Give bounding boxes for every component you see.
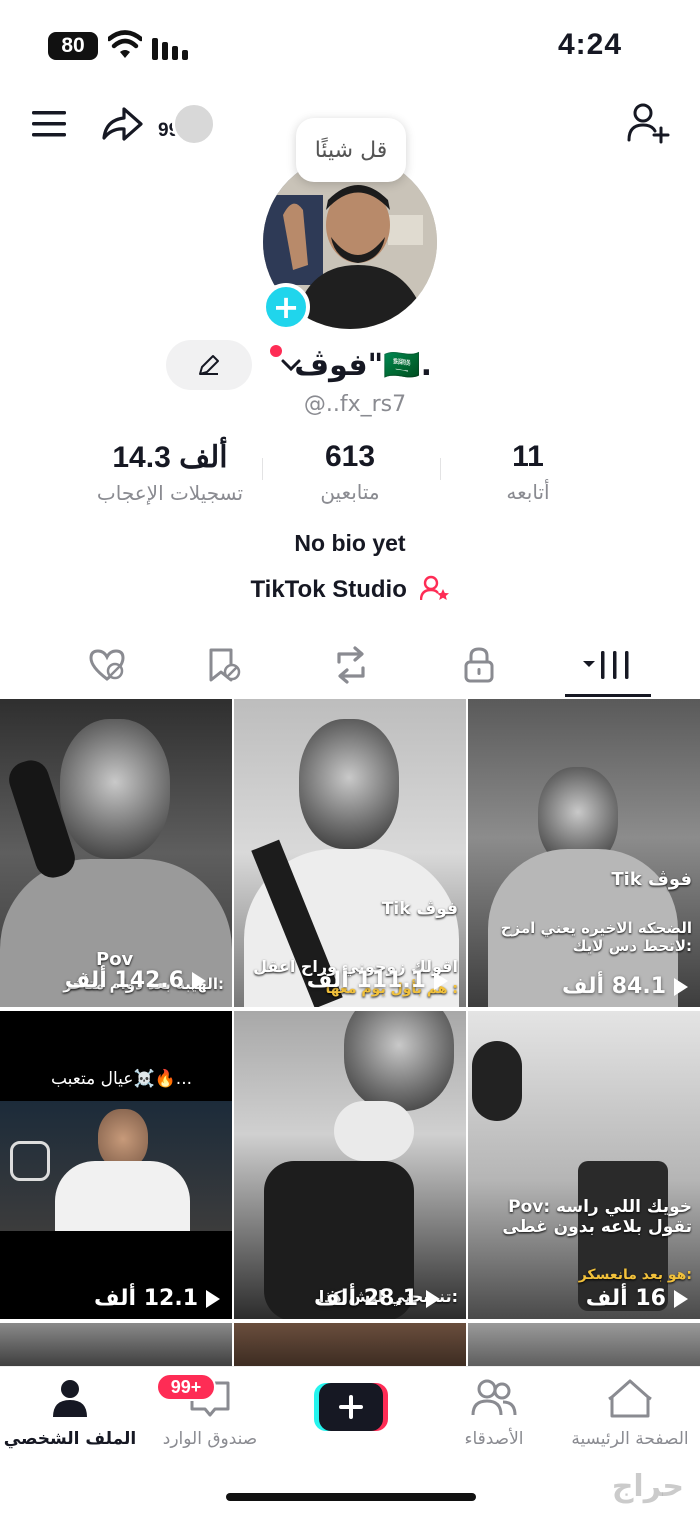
active-tab-indicator xyxy=(565,694,651,697)
say-something-bubble[interactable]: قل شيئًا xyxy=(296,118,406,182)
video-thumbnail[interactable] xyxy=(468,1323,700,1369)
watermark: حراج xyxy=(611,1469,684,1504)
play-icon xyxy=(426,1289,440,1308)
likes-count: 14.3 ألف xyxy=(112,441,228,474)
nav-inbox-label: صندوق الوارد xyxy=(162,1429,258,1449)
tab-videos[interactable] xyxy=(572,640,642,690)
add-friend-icon[interactable] xyxy=(626,100,670,144)
nav-friends[interactable]: الأصدقاء xyxy=(424,1377,564,1449)
nav-home-label: الصفحة الرئيسية xyxy=(571,1429,689,1449)
nav-home[interactable]: الصفحة الرئيسية xyxy=(560,1377,700,1449)
view-count: 142.6 ألف xyxy=(65,968,206,993)
likes-label: تسجيلات الإعجاب xyxy=(96,481,244,505)
play-icon xyxy=(192,971,206,990)
friends-icon xyxy=(471,1379,517,1416)
video-thumbnail[interactable]: عيال متعبب☠️🔥... 12.1 ألف xyxy=(0,1011,232,1319)
tab-reposts[interactable] xyxy=(316,640,386,690)
play-icon xyxy=(434,971,448,990)
video-tag: Tik فوڤ xyxy=(611,869,692,890)
play-icon xyxy=(674,1289,688,1308)
play-icon xyxy=(674,977,688,996)
view-count: 12.1 ألف xyxy=(94,1286,220,1311)
stat-likes[interactable]: 14.3 ألف تسجيلات الإعجاب xyxy=(70,440,270,505)
battery-indicator: 80 xyxy=(48,32,98,60)
video-thumbnail[interactable]: Pov الهيبه بعد دوام متأخر: 142.6 ألف xyxy=(0,699,232,1007)
play-icon xyxy=(206,1289,220,1308)
home-icon xyxy=(608,1379,652,1418)
pencil-icon xyxy=(199,355,219,375)
followers-label: متابعين xyxy=(320,480,380,504)
video-thumbnail[interactable]: تنصحني ليش كذا: 28.1 ألف xyxy=(234,1011,466,1319)
video-thumbnail[interactable]: Tik فوڤ الضحكه الاخيره يعني امزح لاتحط د… xyxy=(468,699,700,1007)
video-grid: Tik فوڤ الضحكه الاخيره يعني امزح لاتحط د… xyxy=(0,699,700,1369)
inbox-badge: 99+ xyxy=(156,1373,216,1401)
view-count: 111.1 ألف xyxy=(307,968,448,993)
view-count: 16 ألف xyxy=(586,1286,688,1311)
profile-bio[interactable]: No bio yet xyxy=(0,530,700,557)
signal-icon xyxy=(152,36,188,60)
video-thumbnail[interactable]: Pov: خويك اللي راسه تقول بلاعه بدون غطى … xyxy=(468,1011,700,1319)
story-avatar[interactable] xyxy=(172,102,216,146)
video-caption: Pov: خويك اللي راسه تقول بلاعه بدون غطى xyxy=(502,1197,692,1238)
stat-following[interactable]: 11 أتابعه xyxy=(428,440,628,504)
wifi-icon xyxy=(108,30,142,58)
profile-icon xyxy=(53,1380,87,1417)
grid-dropdown-icon xyxy=(583,651,629,679)
nav-profile-label: الملف الشخصي xyxy=(3,1429,137,1449)
repost-icon xyxy=(337,646,365,684)
video-thumbnail[interactable] xyxy=(234,1323,466,1369)
video-caption: عيال متعبب☠️🔥... xyxy=(50,1069,192,1089)
video-tag: Tik فوڤ xyxy=(381,899,458,919)
profile-handle: @..fx_rs7 xyxy=(303,392,407,417)
view-count: 84.1 ألف xyxy=(562,974,688,999)
view-count: 28.1 ألف xyxy=(314,1286,440,1311)
followers-count: 613 xyxy=(324,440,376,473)
bookmark-hidden-icon xyxy=(209,648,241,682)
lock-icon xyxy=(464,647,494,683)
following-count: 11 xyxy=(512,440,544,473)
following-label: أتابعه xyxy=(506,480,550,504)
share-icon[interactable] xyxy=(100,102,144,146)
tiktok-studio-link[interactable]: TikTok Studio xyxy=(0,575,700,604)
tiktok-studio-label: TikTok Studio xyxy=(250,576,407,603)
edit-profile-button[interactable] xyxy=(166,340,252,390)
video-thumbnail[interactable]: Tik فوڤ اقولك زوجوني وراح اعقل هم بأول ي… xyxy=(234,699,466,1007)
create-post-button[interactable] xyxy=(314,1383,388,1431)
username[interactable]: فوڤ"🇸🇦. xyxy=(282,340,432,390)
liked-hidden-icon xyxy=(89,649,125,681)
video-subcaption: هو بعد مانعسكر: xyxy=(578,1267,692,1283)
video-thumbnail[interactable] xyxy=(0,1323,232,1369)
nav-profile[interactable]: الملف الشخصي xyxy=(0,1377,140,1449)
nav-friends-label: الأصدقاء xyxy=(464,1429,524,1449)
studio-user-icon xyxy=(419,575,450,602)
tab-private[interactable] xyxy=(444,640,514,690)
video-caption: الضحكه الاخيره يعني امزح لاتحط دس لايك: xyxy=(500,919,692,955)
tab-liked[interactable] xyxy=(72,640,142,690)
menu-icon[interactable] xyxy=(28,102,72,146)
home-indicator xyxy=(226,1493,476,1501)
bottom-navigation: الصفحة الرئيسية الأصدقاء صندوق الوارد 99… xyxy=(0,1366,700,1515)
tab-favorites[interactable] xyxy=(188,640,258,690)
status-bar: 80 4:24 xyxy=(0,0,700,92)
stat-followers[interactable]: 613 متابعين xyxy=(250,440,450,504)
clock: 4:24 xyxy=(557,28,622,61)
add-story-button[interactable]: + xyxy=(262,283,310,331)
